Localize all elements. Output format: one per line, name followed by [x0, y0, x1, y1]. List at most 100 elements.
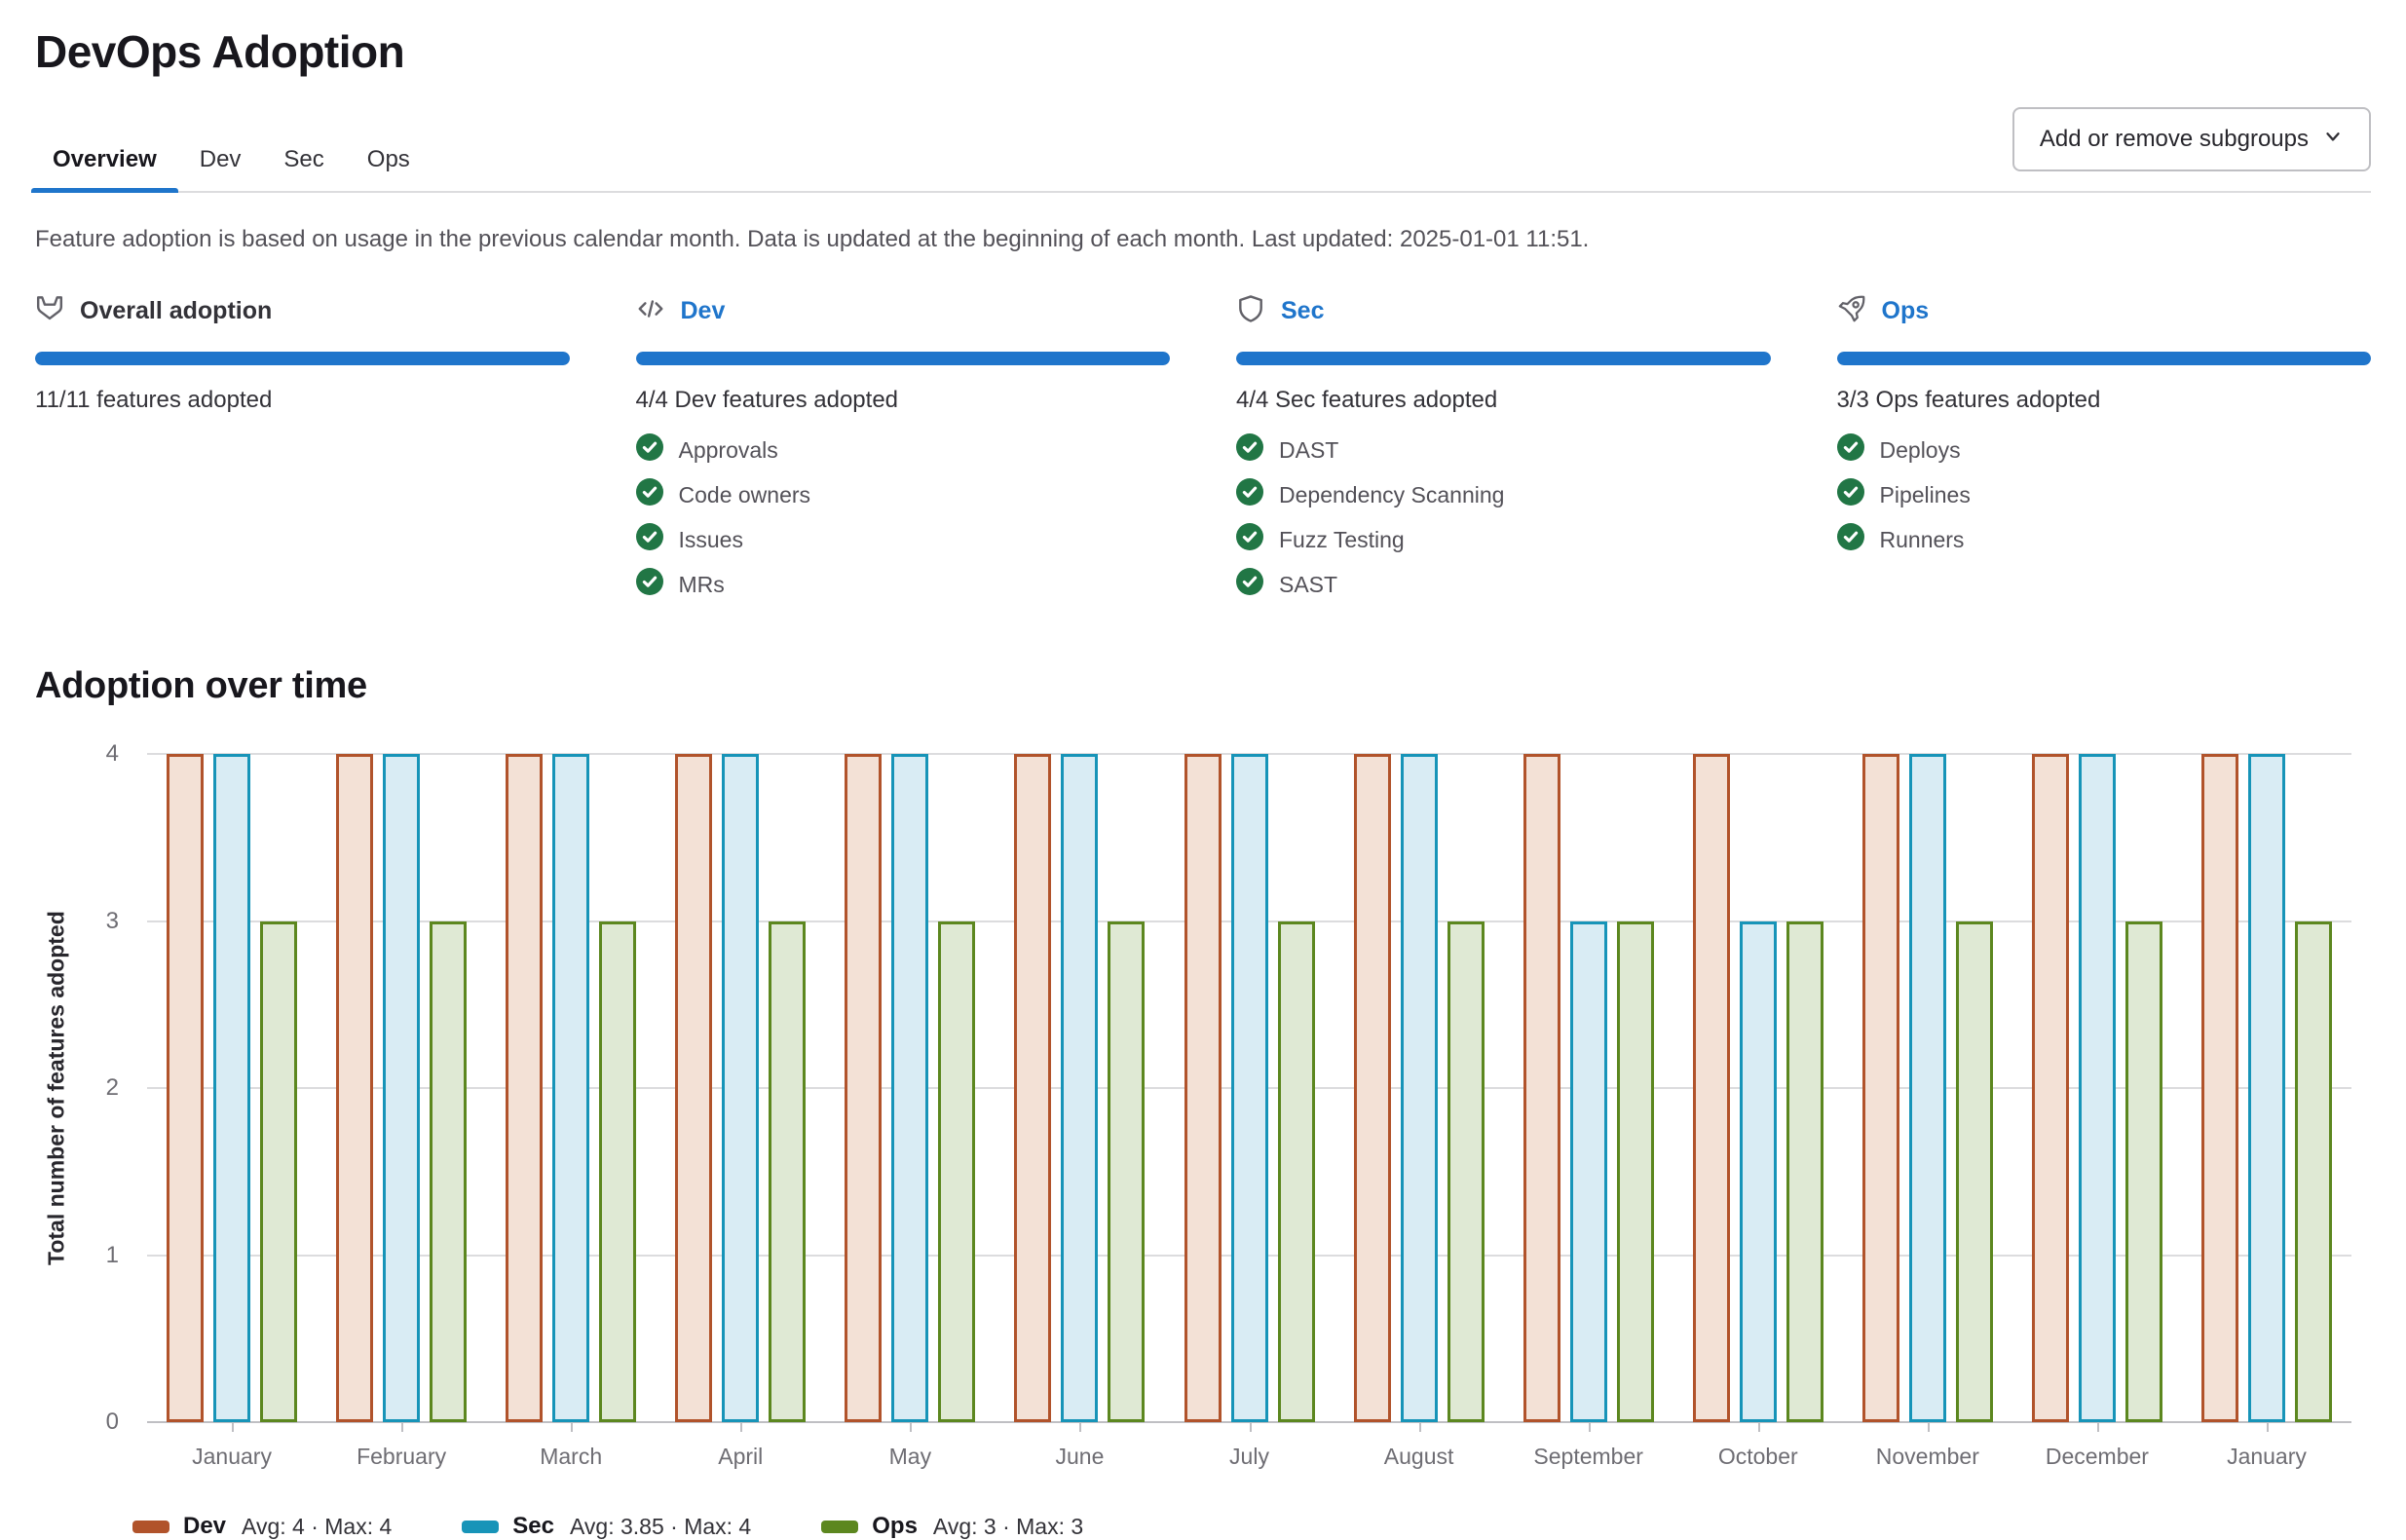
adoption-cards: Overall adoption11/11 features adoptedDe…: [35, 294, 2371, 601]
feature-item: MRs: [636, 568, 1171, 601]
sec-bar[interactable]: [552, 754, 589, 1422]
ops-bar[interactable]: [260, 921, 297, 1423]
sec-bar[interactable]: [1740, 921, 1777, 1423]
progress-bar-fill: [1236, 352, 1771, 365]
check-circle-icon: [1236, 478, 1263, 511]
feature-label: Code owners: [679, 482, 811, 508]
feature-item: SAST: [1236, 568, 1771, 601]
x-tick-label: May: [889, 1444, 931, 1470]
legend-item-dev[interactable]: DevAvg: 4 · Max: 4: [132, 1513, 392, 1540]
x-tick-label: October: [1718, 1444, 1798, 1470]
tab-ops[interactable]: Ops: [346, 129, 432, 191]
dev-bar[interactable]: [2201, 754, 2238, 1422]
x-tick-label: September: [1533, 1444, 1643, 1470]
add-or-remove-subgroups-button[interactable]: Add or remove subgroups: [2012, 107, 2371, 171]
dev-bar[interactable]: [1184, 754, 1222, 1422]
tab-sec[interactable]: Sec: [262, 129, 345, 191]
sec-bar[interactable]: [1570, 921, 1607, 1423]
ops-bar[interactable]: [769, 921, 806, 1423]
legend-series-stats: Avg: 4 · Max: 4: [242, 1514, 392, 1540]
card-header: Ops: [1837, 294, 2372, 328]
chart-legend: DevAvg: 4 · Max: 4 SecAvg: 3.85 · Max: 4 O…: [132, 1513, 2371, 1540]
page-title: DevOps Adoption: [35, 25, 2371, 78]
bar-group-may-4: [825, 754, 995, 1422]
ops-bar[interactable]: [1617, 921, 1654, 1423]
feature-label: Fuzz Testing: [1279, 527, 1405, 553]
sec-bar[interactable]: [1401, 754, 1438, 1422]
x-axis-slot: November: [1843, 1422, 2012, 1470]
x-tick-label: August: [1384, 1444, 1454, 1470]
chevron-down-icon: [2322, 126, 2344, 154]
x-axis-slot: September: [1504, 1422, 1673, 1470]
dev-bar[interactable]: [1693, 754, 1730, 1422]
card-title[interactable]: Sec: [1281, 297, 1324, 325]
progress-bar-fill: [1837, 352, 2372, 365]
ops-bar[interactable]: [1786, 921, 1823, 1423]
feature-label: Issues: [679, 527, 743, 553]
adoption-card-sec: Sec4/4 Sec features adoptedDASTDependenc…: [1236, 294, 1771, 601]
sec-bar[interactable]: [383, 754, 420, 1422]
dev-bar[interactable]: [845, 754, 882, 1422]
legend-swatch: [132, 1521, 169, 1533]
card-title[interactable]: Dev: [681, 297, 726, 325]
ops-bar[interactable]: [1108, 921, 1145, 1423]
dev-bar[interactable]: [167, 754, 204, 1422]
sec-bar[interactable]: [1061, 754, 1098, 1422]
dev-bar[interactable]: [1862, 754, 1899, 1422]
x-axis-slot: July: [1164, 1422, 1334, 1470]
bar-group-june-5: [995, 754, 1164, 1422]
ops-bar[interactable]: [2125, 921, 2162, 1423]
bar-group-january-12: [2182, 754, 2351, 1422]
ops-bar[interactable]: [430, 921, 467, 1423]
bar-group-july-6: [1164, 754, 1334, 1422]
sec-bar[interactable]: [2079, 754, 2116, 1422]
feature-item: Deploys: [1837, 433, 2372, 467]
tab-overview[interactable]: Overview: [31, 129, 178, 191]
card-title[interactable]: Ops: [1882, 297, 1930, 325]
y-tick-label: 3: [35, 908, 119, 935]
legend-item-sec[interactable]: SecAvg: 3.85 · Max: 4: [462, 1513, 751, 1540]
sec-bar[interactable]: [1909, 754, 1946, 1422]
x-axis-slot: February: [317, 1422, 486, 1470]
ops-bar[interactable]: [2295, 921, 2332, 1423]
ops-bar[interactable]: [938, 921, 975, 1423]
x-tick-label: June: [1055, 1444, 1104, 1470]
adoption-over-time-chart: Total number of features adopted 43210 J…: [35, 754, 2371, 1540]
check-circle-icon: [636, 523, 663, 556]
feature-item: DAST: [1236, 433, 1771, 467]
dev-bar[interactable]: [675, 754, 712, 1422]
bar-group-april-3: [656, 754, 825, 1422]
x-axis-slot: August: [1335, 1422, 1504, 1470]
x-axis-slot: June: [995, 1422, 1164, 1470]
sec-bar[interactable]: [891, 754, 928, 1422]
x-axis-slot: March: [486, 1422, 656, 1470]
dev-bar[interactable]: [2032, 754, 2069, 1422]
x-tick-mark: [1079, 1422, 1081, 1432]
progress-bar: [636, 352, 1171, 365]
sec-bar[interactable]: [213, 754, 250, 1422]
dev-bar[interactable]: [1354, 754, 1391, 1422]
dev-bar[interactable]: [1523, 754, 1560, 1422]
bar-group-march-2: [486, 754, 656, 1422]
ops-bar[interactable]: [1956, 921, 1993, 1423]
sec-bar[interactable]: [1231, 754, 1268, 1422]
dev-bar[interactable]: [1014, 754, 1051, 1422]
dev-bar[interactable]: [336, 754, 373, 1422]
feature-label: Dependency Scanning: [1279, 482, 1504, 508]
ops-bar[interactable]: [1278, 921, 1315, 1423]
sec-bar[interactable]: [2248, 754, 2285, 1422]
bar-groups: [147, 754, 2351, 1422]
dev-bar[interactable]: [506, 754, 543, 1422]
ops-bar[interactable]: [599, 921, 636, 1423]
legend-series-stats: Avg: 3 · Max: 3: [933, 1514, 1083, 1540]
x-tick-mark: [2097, 1422, 2099, 1432]
card-subtitle: 4/4 Dev features adopted: [636, 387, 1171, 414]
legend-item-ops[interactable]: OpsAvg: 3 · Max: 3: [821, 1513, 1083, 1540]
sec-bar[interactable]: [722, 754, 759, 1422]
y-tick-label: 2: [35, 1074, 119, 1102]
tab-dev[interactable]: Dev: [178, 129, 263, 191]
ops-bar[interactable]: [1447, 921, 1485, 1423]
x-axis: JanuaryFebruaryMarchAprilMayJuneJulyAugu…: [147, 1422, 2351, 1470]
y-tick-label: 0: [35, 1409, 119, 1436]
tabs: OverviewDevSecOps: [31, 129, 432, 191]
